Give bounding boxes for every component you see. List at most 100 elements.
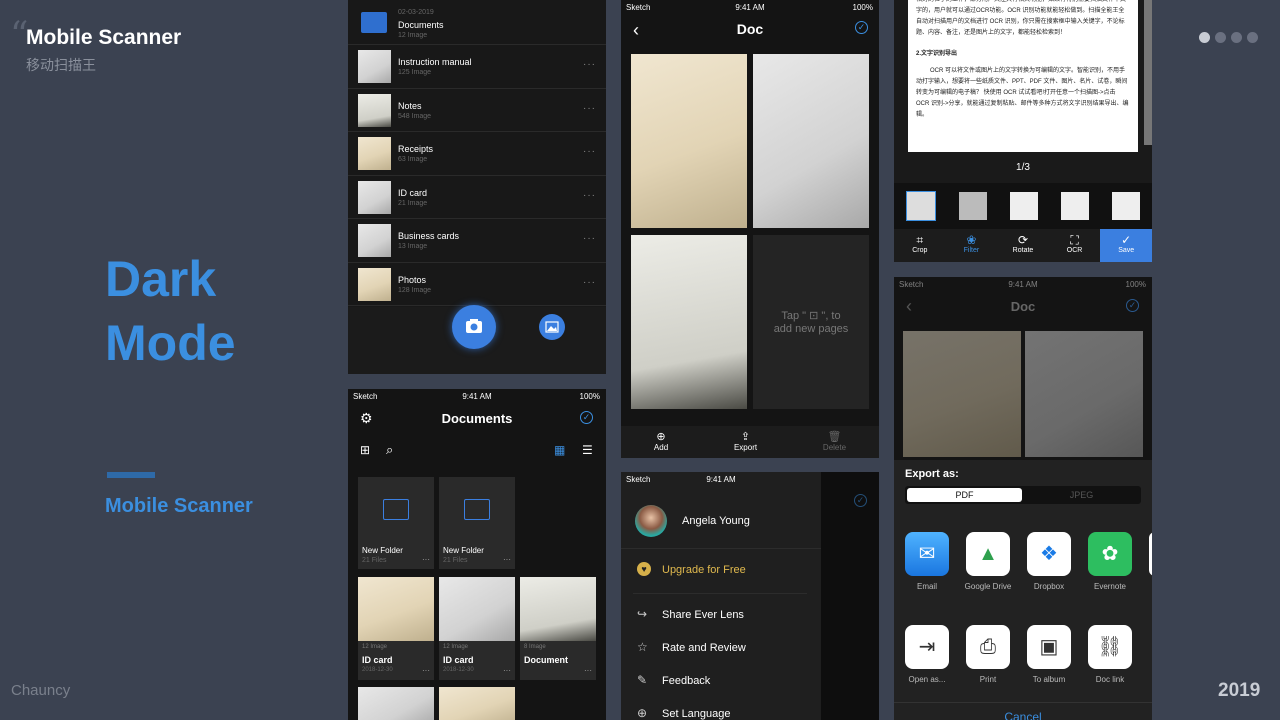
page-thumb xyxy=(1025,331,1143,457)
document-thumb xyxy=(358,577,434,641)
evernote-share[interactable]: ✿ Evernote xyxy=(1088,532,1132,592)
document-card[interactable]: 12 Image ID card 2018-12-30 ··· xyxy=(439,577,515,680)
page-thumb[interactable] xyxy=(1009,192,1038,220)
upgrade-icon[interactable]: ♥ xyxy=(637,562,651,576)
more-icon[interactable]: ··· xyxy=(584,666,592,675)
pager-dot-active[interactable] xyxy=(1199,32,1210,43)
page-thumb[interactable] xyxy=(1061,192,1090,220)
page-thumb xyxy=(903,331,1021,457)
more-icon[interactable]: ··· xyxy=(583,190,596,201)
check-icon[interactable]: ✓ xyxy=(855,21,868,34)
hero-title-dark: Dark xyxy=(105,251,217,307)
link-icon: ⛓ xyxy=(1088,625,1132,669)
filter-tool[interactable]: ❀ Filter xyxy=(945,229,998,262)
more-icon[interactable]: ··· xyxy=(503,666,511,675)
more-icon[interactable]: ··· xyxy=(583,146,596,157)
folder-thumb xyxy=(358,137,391,170)
ocr-tool[interactable]: ⛶ OCR xyxy=(1048,229,1101,262)
crop-icon: ⌗ xyxy=(916,233,924,247)
rotate-tool[interactable]: ⟳ Rotate xyxy=(997,229,1049,262)
document-thumb[interactable] xyxy=(358,687,434,720)
grid-view-icon[interactable]: ▦ xyxy=(554,443,565,457)
menu-item-label: Share Ever Lens xyxy=(662,609,744,621)
document-thumb[interactable] xyxy=(439,687,515,720)
add-button[interactable]: ⊕ Add xyxy=(654,426,668,458)
image-icon xyxy=(545,321,559,333)
folder-row[interactable]: Business cards 13 Image ··· xyxy=(348,219,606,263)
page-thumb[interactable] xyxy=(1112,192,1141,220)
tool-label: Crop xyxy=(912,247,928,254)
folder-card[interactable]: New Folder 21 Files ··· xyxy=(439,477,515,569)
email-share[interactable]: ✉ Email xyxy=(905,532,949,592)
more-icon[interactable]: ··· xyxy=(583,103,596,114)
google-drive-icon: ▲ xyxy=(966,532,1010,576)
more-icon[interactable]: ··· xyxy=(422,666,430,675)
add-page-placeholder[interactable]: Tap " ⊡ ", to add new pages xyxy=(753,235,869,409)
avatar[interactable] xyxy=(635,505,667,537)
folder-row[interactable]: Notes 548 Image ··· xyxy=(348,89,606,132)
cancel-button[interactable]: Cancel xyxy=(894,710,1152,720)
menu-item[interactable]: ☆ Rate and Review xyxy=(621,638,821,660)
export-button[interactable]: ⇪ Export xyxy=(734,426,757,458)
camera-button[interactable] xyxy=(452,305,496,349)
more-icon[interactable]: ··· xyxy=(503,555,511,564)
check-icon[interactable]: ✓ xyxy=(1126,299,1139,312)
page-preview: 相对的位于的工作，部分用户关注具有相关功能，如果有特别需要扫描文件中文字的，用户… xyxy=(908,0,1138,152)
action-label: Delete xyxy=(822,443,847,452)
new-folder-icon[interactable]: ⊞ xyxy=(360,443,370,457)
search-icon[interactable]: ⌕ xyxy=(386,442,393,458)
doc-link-share[interactable]: ⛓ Doc link xyxy=(1088,625,1132,685)
folder-row[interactable]: 02-03-2019 Documents 12 Image xyxy=(348,0,606,45)
list-view-icon[interactable]: ☰ xyxy=(582,443,593,457)
page-thumb[interactable] xyxy=(631,235,747,409)
feedback-icon: ✎ xyxy=(637,673,648,687)
menu-item[interactable]: ↪ Share Ever Lens xyxy=(621,605,821,627)
folder-card[interactable]: New Folder 21 Files ··· xyxy=(358,477,434,569)
folder-name: New Folder xyxy=(443,546,484,555)
star-icon: ☆ xyxy=(637,640,648,654)
open-as-share[interactable]: ⇥ Open as... xyxy=(905,625,949,685)
share-label: Google Drive xyxy=(964,582,1012,591)
select-icon[interactable]: ✓ xyxy=(580,411,593,424)
more-icon[interactable]: ··· xyxy=(583,59,596,70)
folder-files: 21 Files xyxy=(362,557,387,564)
menu-item[interactable]: ✎ Feedback xyxy=(621,671,821,693)
folder-row[interactable]: Photos 128 Image ··· xyxy=(348,263,606,306)
pager-dot[interactable] xyxy=(1231,32,1242,43)
battery: 100% xyxy=(579,392,600,401)
pager-dot[interactable] xyxy=(1215,32,1226,43)
document-count: 12 Image xyxy=(443,644,469,650)
menu-item[interactable]: ⊕ Set Language xyxy=(621,704,821,720)
user-name[interactable]: Angela Young xyxy=(682,515,750,527)
upgrade-link[interactable]: Upgrade for Free xyxy=(662,564,746,576)
google-drive-share[interactable]: ▲ Google Drive xyxy=(965,532,1011,592)
print-icon: ⎙ xyxy=(966,625,1010,669)
print-share[interactable]: ⎙ Print xyxy=(966,625,1010,685)
more-icon[interactable]: ··· xyxy=(583,277,596,288)
more-icon[interactable]: ··· xyxy=(583,233,596,244)
page-thumb[interactable] xyxy=(958,192,987,220)
format-pdf[interactable]: PDF xyxy=(907,488,1022,502)
pager-dot[interactable] xyxy=(1247,32,1258,43)
page-thumb[interactable] xyxy=(753,54,869,228)
page-thumb[interactable] xyxy=(631,54,747,228)
delete-button[interactable]: 🗑 Delete xyxy=(823,426,846,458)
to-album-share[interactable]: ▣ To album xyxy=(1027,625,1071,685)
crop-tool[interactable]: ⌗ Crop xyxy=(894,229,946,262)
document-name: ID card xyxy=(443,655,474,665)
folder-row[interactable]: Receipts 63 Image ··· xyxy=(348,132,606,176)
folder-row[interactable]: ID card 21 Image ··· xyxy=(348,176,606,219)
document-card[interactable]: 12 Image ID card 2018-12-30 ··· xyxy=(358,577,434,680)
page-thumb-selected[interactable] xyxy=(905,191,936,221)
format-jpeg[interactable]: JPEG xyxy=(1024,488,1139,502)
gallery-button[interactable] xyxy=(539,314,565,340)
folder-row[interactable]: Instruction manual 125 Image ··· xyxy=(348,45,606,89)
document-card[interactable]: 8 Image Document ··· xyxy=(520,577,596,680)
folder-title: Documents xyxy=(398,20,444,30)
more-icon[interactable]: ··· xyxy=(422,555,430,564)
filter-icon: ❀ xyxy=(966,233,977,247)
dropbox-share[interactable]: ❖ Dropbox xyxy=(1027,532,1071,592)
save-tool[interactable]: ✓ Save xyxy=(1100,229,1152,262)
folder-icon xyxy=(464,499,490,520)
screen-export: Sketch 9:41 AM 100% ‹ Doc ✓ Export as: PDF… xyxy=(894,277,1152,720)
